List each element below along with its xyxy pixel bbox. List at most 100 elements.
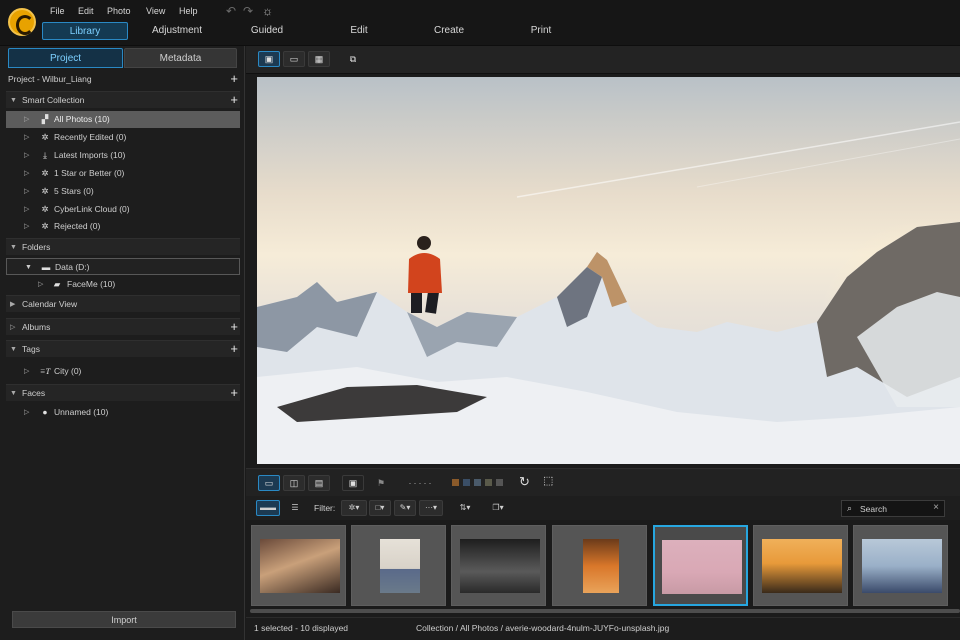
section-title: Smart Collection (22, 95, 85, 105)
tag-item-city[interactable]: ▷ ≡T City (0) (6, 363, 240, 380)
thumbnail-woman-pink-selected[interactable] (653, 525, 748, 606)
smart-collection-icon: ✲ (41, 204, 49, 214)
tab-guided[interactable]: Guided (228, 22, 306, 40)
collapsed-arrow-icon: ▷ (24, 206, 30, 213)
expand-arrow-icon[interactable]: ▼ (25, 259, 32, 276)
color-label-slate-icon[interactable] (474, 479, 481, 486)
filter-color-icon[interactable]: □▾ (369, 500, 391, 516)
compare-view-icon[interactable]: ◫ (283, 475, 305, 491)
smart-item-recently-edited[interactable]: ▷ ✲ Recently Edited (0) (6, 129, 240, 146)
thumbnail-woman-sunset[interactable] (753, 525, 848, 606)
add-project-icon[interactable]: + (230, 70, 238, 87)
section-faces[interactable]: ▼ Faces + (6, 384, 240, 401)
thumbnail-image (762, 539, 842, 593)
section-title: Folders (22, 242, 51, 252)
section-albums[interactable]: ▷ Albums + (6, 318, 240, 335)
single-view-icon[interactable]: ▭ (258, 475, 280, 491)
folder-drive-data[interactable]: ▼ ▬ Data (D:) (6, 258, 240, 275)
second-display-icon[interactable]: ⧉ (342, 51, 364, 67)
expand-arrow-icon[interactable]: ▼ (10, 92, 17, 109)
item-label: Rejected (0) (54, 221, 101, 231)
redo-icon[interactable]: ↷ (243, 4, 253, 18)
thumbnail-crowd-selfie[interactable] (251, 525, 346, 606)
face-tag-icon[interactable]: ▣ (342, 475, 364, 491)
item-label: All Photos (10) (54, 114, 110, 124)
filter-smart-icon[interactable]: ✲▾ (341, 500, 367, 516)
selection-status: 1 selected - 10 displayed (254, 623, 349, 633)
tab-project[interactable]: Project (8, 48, 123, 68)
status-bar: 1 selected - 10 displayed Collection / A… (246, 617, 960, 640)
section-smart-collection[interactable]: ▼ Smart Collection + (6, 91, 240, 108)
menu-help[interactable]: Help (179, 6, 198, 16)
search-field[interactable]: ⌕ Search × (841, 500, 945, 517)
clear-search-icon[interactable]: × (933, 502, 939, 513)
browser-view-icon[interactable]: ▣ (258, 51, 280, 67)
expand-arrow-icon[interactable]: ▼ (10, 341, 17, 358)
color-label-gray-icon[interactable] (496, 479, 503, 486)
smart-item-latest-imports[interactable]: ▷ ⤓ Latest Imports (10) (6, 147, 240, 164)
filmstrip-scrollbar[interactable] (250, 609, 960, 613)
menu-edit[interactable]: Edit (78, 6, 94, 16)
folder-faceme[interactable]: ▷ ▰ FaceMe (10) (6, 276, 240, 293)
filter-rating-icon[interactable]: ···▾ (419, 500, 443, 516)
collapsed-arrow-icon: ▷ (24, 368, 30, 375)
sort-icon[interactable]: ⇅▾ (453, 500, 477, 516)
filter-edited-icon[interactable]: ✎▾ (394, 500, 416, 516)
menu-photo[interactable]: Photo (107, 6, 131, 16)
flag-icon[interactable]: ⚑ (370, 475, 392, 491)
viewer-view-icon[interactable]: ▭ (283, 51, 305, 67)
thumbnail-woman-orange[interactable] (552, 525, 647, 606)
smart-item-cyberlink-cloud[interactable]: ▷ ✲ CyberLink Cloud (0) (6, 201, 240, 218)
menu-file[interactable]: File (50, 6, 65, 16)
add-tag-icon[interactable]: + (230, 340, 238, 357)
photo-preview[interactable] (257, 77, 960, 464)
add-smart-collection-icon[interactable]: + (230, 91, 238, 108)
tab-edit[interactable]: Edit (320, 22, 398, 40)
face-item-unnamed[interactable]: ▷ ● Unnamed (10) (6, 404, 240, 421)
stack-icon[interactable]: ❐▾ (487, 500, 509, 516)
section-calendar-view[interactable]: ▶ Calendar View (6, 295, 240, 312)
thumbnail-group-beach[interactable] (351, 525, 446, 606)
rotate-icon[interactable]: ↻ (519, 474, 530, 490)
tab-adjustment[interactable]: Adjustment (136, 22, 218, 40)
add-album-icon[interactable]: + (230, 318, 238, 335)
item-label: 5 Stars (0) (54, 186, 94, 196)
smart-item-all-photos[interactable]: ▷ ▞ All Photos (10) (6, 111, 240, 128)
tab-create[interactable]: Create (410, 22, 488, 40)
collapsed-arrow-icon[interactable]: ▶ (10, 296, 15, 313)
tab-metadata[interactable]: Metadata (124, 48, 237, 68)
thumbnail-image (662, 540, 742, 594)
collapsed-arrow-icon[interactable]: ▷ (10, 319, 15, 336)
multi-view-icon[interactable]: ▤ (308, 475, 330, 491)
menu-view[interactable]: View (146, 6, 165, 16)
project-header: Project - Wilbur_Liang + (2, 71, 240, 88)
all-photos-icon: ▞ (41, 114, 49, 124)
color-label-olive-icon[interactable] (485, 479, 492, 486)
smart-item-1-star[interactable]: ▷ ✲ 1 Star or Better (0) (6, 165, 240, 182)
thumbnail-band[interactable] (451, 525, 546, 606)
expand-arrow-icon[interactable]: ▼ (10, 239, 17, 256)
undo-icon[interactable]: ↶ (226, 4, 236, 18)
app-logo-icon[interactable] (8, 8, 36, 36)
crop-icon[interactable]: ⬚ (543, 474, 553, 487)
import-button[interactable]: Import (12, 611, 236, 628)
list-view-icon[interactable]: ☰ (284, 500, 306, 516)
expand-arrow-icon[interactable]: ▼ (10, 385, 17, 402)
star-rating-icon[interactable]: ····· (398, 475, 444, 491)
tab-library[interactable]: Library (42, 22, 128, 40)
section-tags[interactable]: ▼ Tags + (6, 340, 240, 357)
thumbnail-friends-street[interactable] (853, 525, 948, 606)
settings-icon[interactable]: ☼ (262, 4, 273, 18)
thumbnail-view-icon[interactable]: ▬▬ (256, 500, 280, 516)
smart-item-rejected[interactable]: ▷ ✲ Rejected (0) (6, 218, 240, 235)
grid-view-icon[interactable]: ▦ (308, 51, 330, 67)
add-face-icon[interactable]: + (230, 384, 238, 401)
color-label-orange-icon[interactable] (452, 479, 459, 486)
collapsed-arrow-icon: ▷ (24, 409, 30, 416)
smart-item-5-stars[interactable]: ▷ ✲ 5 Stars (0) (6, 183, 240, 200)
item-label: Data (D:) (55, 262, 90, 272)
color-label-blue-icon[interactable] (463, 479, 470, 486)
section-folders[interactable]: ▼ Folders (6, 238, 240, 255)
tab-print[interactable]: Print (502, 22, 580, 40)
drive-icon: ▬ (41, 262, 51, 272)
